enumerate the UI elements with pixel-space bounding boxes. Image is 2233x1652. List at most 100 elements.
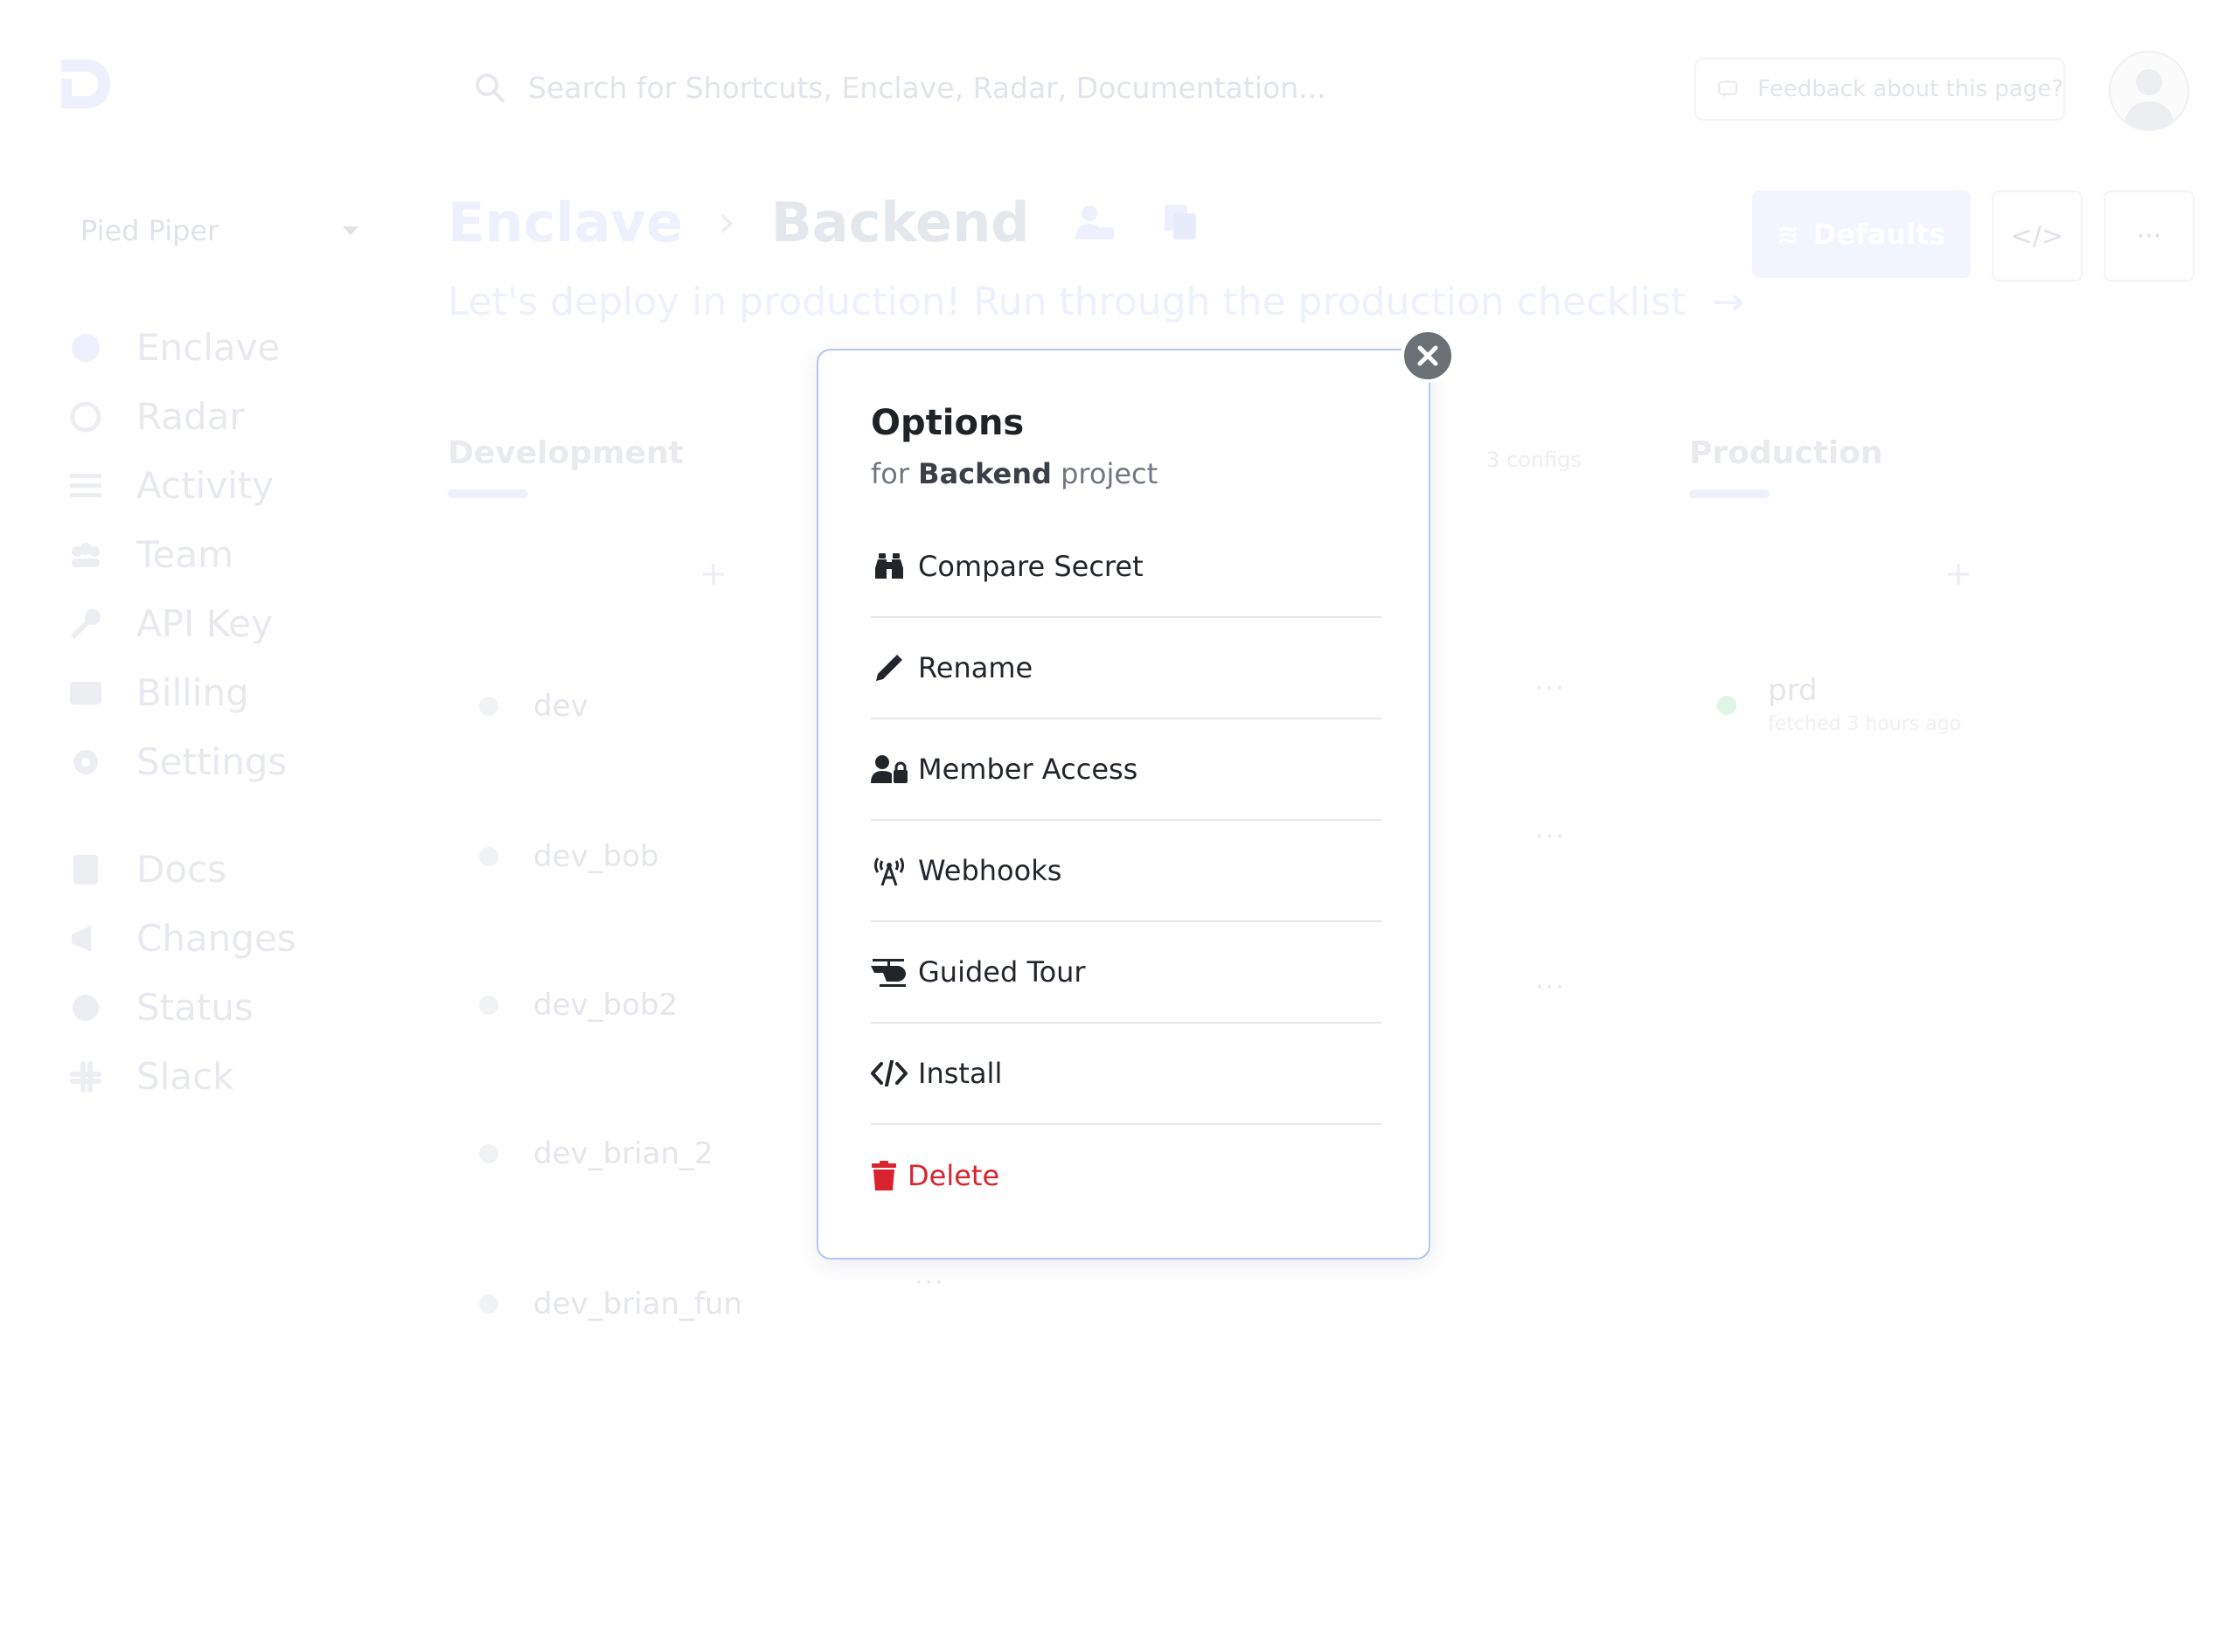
menu-item-delete[interactable]: Delete — [871, 1125, 1381, 1226]
key-icon — [70, 608, 101, 639]
chat-icon — [1718, 80, 1738, 98]
sidebar-item-settings[interactable]: Settings — [68, 727, 435, 796]
config-row[interactable]: dev_bob2 — [479, 988, 678, 1023]
development-underline — [448, 489, 528, 498]
chevron-down-icon — [343, 226, 358, 235]
broadcast-tower-icon — [871, 852, 908, 889]
defaults-button[interactable]: ≋ Defaults — [1752, 191, 1971, 278]
menu-item-label: Webhooks — [918, 854, 1062, 887]
config-menu-button[interactable]: ··· — [915, 1267, 945, 1298]
config-menu-button[interactable]: ··· — [1535, 822, 1566, 852]
helicopter-icon — [871, 954, 908, 990]
production-underline — [1689, 489, 1770, 498]
search-bar[interactable]: Search for Shortcuts, Enclave, Radar, Do… — [455, 59, 1696, 115]
menu-item-install[interactable]: Install — [871, 1024, 1381, 1125]
modal-project-name: Backend — [918, 457, 1052, 490]
layers-icon: ≋ — [1777, 219, 1799, 250]
breadcrumb-enclave[interactable]: Enclave — [448, 191, 683, 254]
configs-count: 3 configs — [1486, 448, 1582, 472]
card-icon — [70, 681, 101, 705]
sidebar-item-docs[interactable]: Docs — [68, 835, 435, 904]
menu-item-rename[interactable]: Rename — [871, 618, 1381, 719]
book-icon — [73, 854, 98, 885]
modal-subtitle: for Backend project — [871, 457, 1158, 490]
config-row-prd[interactable]: prd fetched 3 hours ago — [1717, 673, 1961, 735]
pencil-icon — [871, 649, 908, 686]
breadcrumb-separator: › — [717, 196, 736, 248]
modal-close-button[interactable] — [1401, 329, 1455, 383]
user-lock-icon — [871, 751, 908, 788]
menu-item-label: Install — [918, 1057, 1003, 1090]
menu-item-member-access[interactable]: Member Access — [871, 719, 1381, 821]
status-dot — [1717, 696, 1736, 715]
config-row[interactable]: dev_bob — [479, 839, 659, 874]
sidebar-item-billing[interactable]: Billing — [68, 658, 435, 727]
status-dot — [479, 697, 498, 716]
copy-icon[interactable] — [1159, 201, 1201, 243]
status-icon — [73, 994, 99, 1021]
workspace-selector[interactable]: Pied Piper — [80, 206, 360, 255]
megaphone-icon — [72, 925, 91, 952]
config-row[interactable]: dev_brian_2 — [479, 1136, 713, 1171]
add-config-button[interactable]: + — [699, 554, 727, 593]
prd-name: prd — [1768, 673, 1818, 708]
user-avatar[interactable] — [2109, 51, 2189, 131]
sidebar-item-slack[interactable]: Slack — [68, 1042, 435, 1111]
list-icon — [70, 473, 101, 497]
close-icon — [1417, 345, 1438, 366]
workspace-name: Pied Piper — [80, 214, 219, 247]
sidebar-item-team[interactable]: Team — [68, 520, 435, 589]
config-row[interactable]: dev_brian_fun — [479, 1287, 742, 1322]
avatar-icon — [2123, 69, 2175, 129]
menu-item-guided-tour[interactable]: Guided Tour — [871, 922, 1381, 1024]
user-lock-icon[interactable] — [1074, 201, 1116, 243]
config-menu-button[interactable]: ··· — [1535, 673, 1566, 704]
status-dot — [479, 847, 498, 866]
sidebar-item-activity[interactable]: Activity — [68, 451, 435, 520]
app-root: Search for Shortcuts, Enclave, Radar, Do… — [0, 0, 2233, 1652]
prd-fetched: fetched 3 hours ago — [1768, 713, 1962, 735]
menu-item-compare-secret[interactable]: Compare Secret — [871, 517, 1381, 618]
config-row[interactable]: dev — [479, 689, 588, 724]
menu-item-label: Compare Secret — [918, 550, 1144, 583]
feedback-button[interactable]: Feedback about this page? — [1694, 58, 2065, 121]
more-options-button[interactable]: ··· — [2104, 191, 2195, 281]
menu-item-webhooks[interactable]: Webhooks — [871, 821, 1381, 922]
sidebar-item-enclave[interactable]: Enclave — [68, 313, 435, 382]
sidebar-item-radar[interactable]: Radar — [68, 382, 435, 451]
search-icon — [476, 73, 504, 102]
gear-icon — [73, 749, 98, 774]
menu-item-label: Guided Tour — [918, 955, 1086, 989]
cube-icon — [72, 333, 100, 362]
sidebar-item-changes[interactable]: Changes — [68, 904, 435, 973]
menu-item-label: Member Access — [918, 753, 1138, 786]
radar-icon — [70, 401, 101, 432]
breadcrumb-project: Backend — [770, 190, 1030, 254]
arrow-right-icon: → — [1712, 280, 1745, 324]
status-dot — [479, 1295, 498, 1314]
defaults-label: Defaults — [1812, 218, 1946, 251]
page-title: Enclave › Backend — [448, 187, 1201, 257]
column-title-production[interactable]: Production — [1689, 435, 1883, 471]
sidebar-nav: Enclave Radar Activity Team API Key Bill… — [68, 313, 435, 1111]
doppler-logo[interactable] — [52, 52, 115, 115]
config-menu-button[interactable]: ··· — [1535, 972, 1566, 1003]
search-placeholder: Search for Shortcuts, Enclave, Radar, Do… — [528, 70, 1326, 105]
sidebar-item-api-key[interactable]: API Key — [68, 589, 435, 658]
slack-icon — [70, 1060, 101, 1093]
code-icon — [871, 1055, 908, 1092]
column-title-development[interactable]: Development — [448, 435, 684, 471]
options-modal: Options for Backend project Compare Secr… — [817, 349, 1430, 1260]
sidebar-item-status[interactable]: Status — [68, 973, 435, 1042]
ellipsis-icon: ··· — [2136, 220, 2162, 252]
install-code-button[interactable]: </> — [1992, 191, 2083, 281]
menu-item-label: Delete — [908, 1159, 1000, 1192]
add-prd-config-button[interactable]: + — [1944, 554, 1972, 593]
options-menu: Compare Secret Rename Member Access Webh… — [871, 517, 1381, 1226]
feedback-label: Feedback about this page? — [1757, 76, 2063, 102]
production-checklist-link[interactable]: Let's deploy in production! Run through … — [448, 280, 1744, 324]
binoculars-icon — [871, 548, 908, 585]
subtitle-text: Let's deploy in production! Run through … — [448, 280, 1687, 324]
trash-icon — [871, 1157, 897, 1194]
